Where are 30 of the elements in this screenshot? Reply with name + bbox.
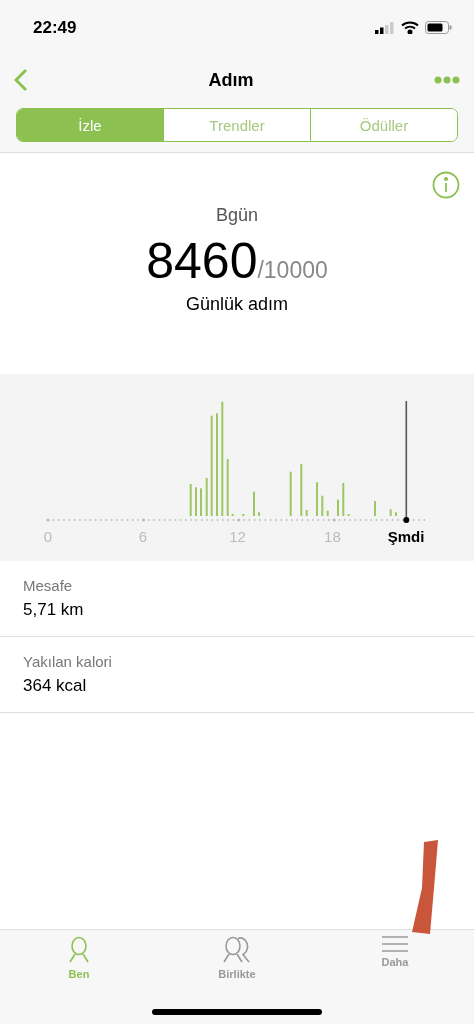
segment-tab[interactable]: Ödüller — [310, 109, 457, 141]
period-label: Bgün — [215, 205, 258, 226]
battery-icon — [425, 21, 452, 34]
axis-label: 18 — [324, 528, 341, 545]
tab-bar-item[interactable]: Ben — [24, 936, 134, 988]
more-icon[interactable] — [434, 76, 460, 84]
person-icon — [67, 936, 91, 964]
people-icon — [221, 936, 253, 964]
stat-label: Mesafe — [23, 577, 74, 594]
now-label: Şmdi — [387, 528, 425, 545]
back-icon[interactable] — [14, 68, 28, 92]
signal-icon — [375, 21, 395, 34]
step-count: 8460 — [146, 232, 258, 290]
stat-label: Yakılan kalori — [23, 653, 113, 670]
stat-value: 364 kcal — [23, 676, 88, 696]
info-icon[interactable] — [432, 171, 460, 199]
stat-value: 5,71 km — [23, 600, 85, 620]
step-caption: Günlük adım — [185, 294, 289, 315]
axis-label: 0 — [43, 528, 53, 545]
wifi-icon — [401, 21, 419, 34]
screen-title: Adım — [208, 69, 254, 91]
segment-tab[interactable]: İzle — [17, 109, 163, 141]
segment-tab[interactable]: Trendler — [163, 109, 310, 141]
tab-bar-item[interactable]: Birlikte — [182, 936, 292, 988]
tab-bar-item[interactable]: Daha — [340, 936, 450, 988]
step-goal: /10000 — [257, 257, 328, 284]
menu-icon — [382, 936, 408, 952]
status-time: 22:49 — [33, 17, 77, 38]
axis-label: 6 — [138, 528, 147, 545]
axis-label: 12 — [229, 528, 246, 545]
